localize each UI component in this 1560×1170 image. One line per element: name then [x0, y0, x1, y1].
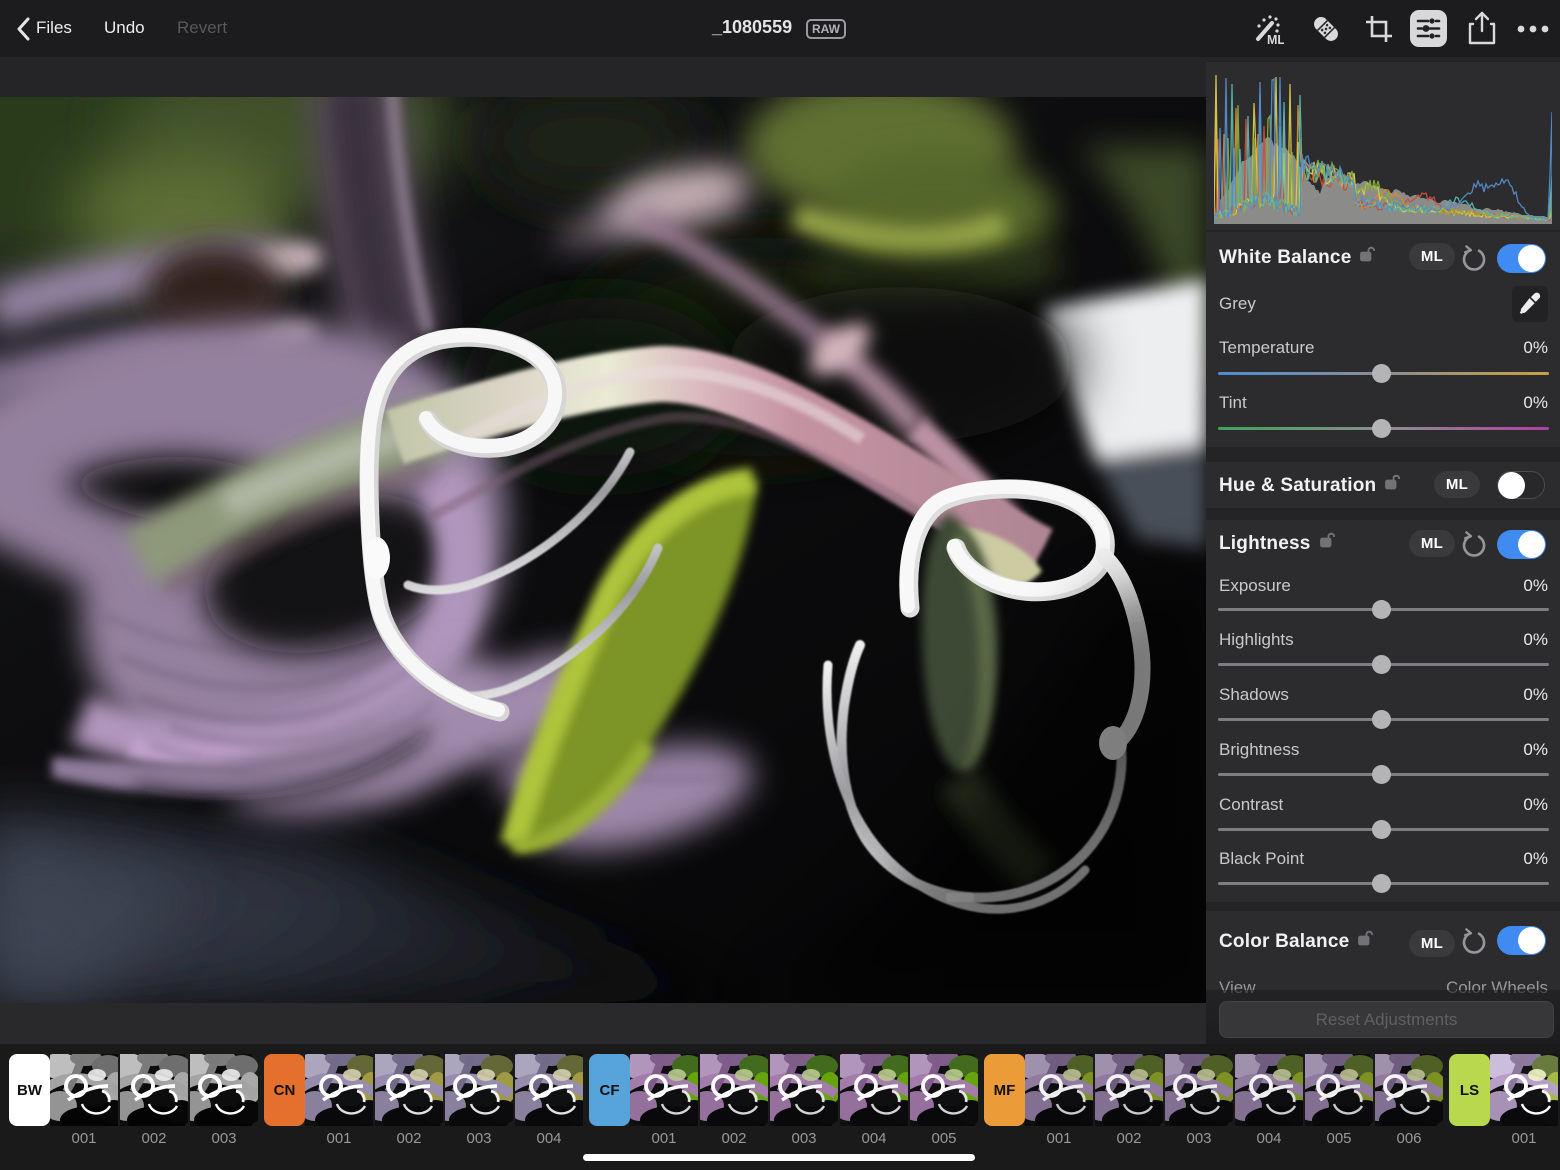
svg-text:ML: ML [1267, 33, 1284, 45]
